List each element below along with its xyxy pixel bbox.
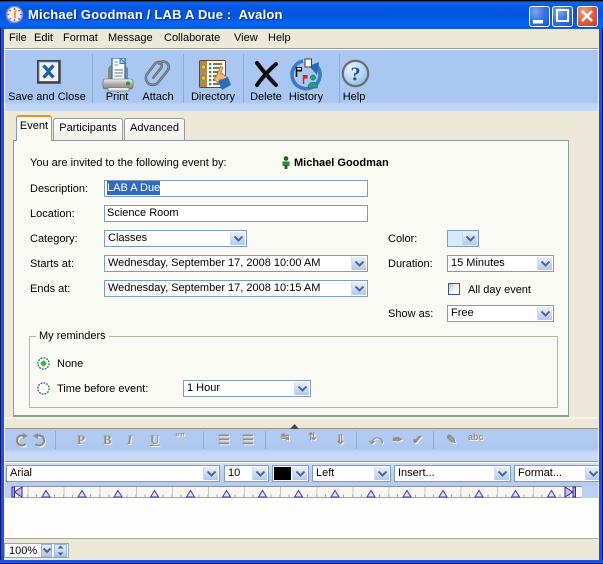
svg-text:?: ? <box>351 64 361 86</box>
